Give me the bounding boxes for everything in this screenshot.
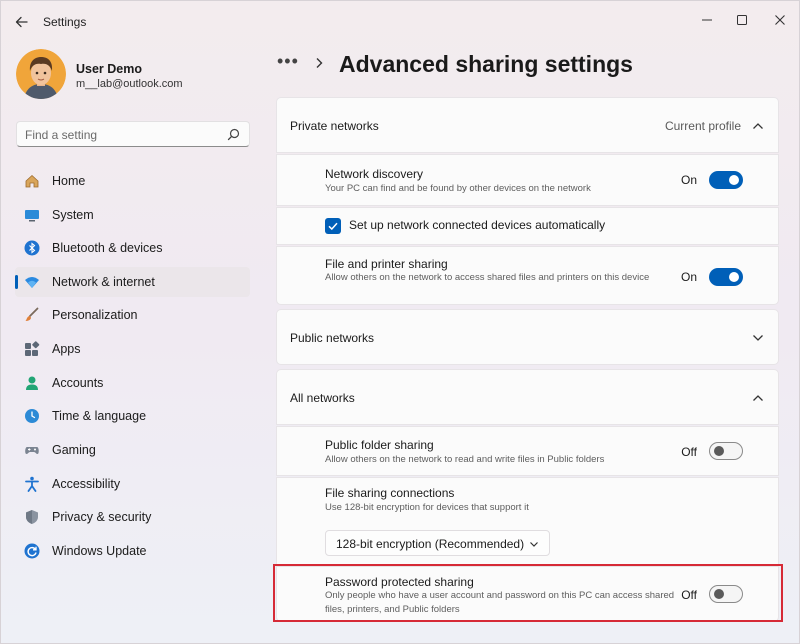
setting-description: Your PC can find and be found by other d… [325,183,591,194]
network-discovery-row: Network discovery Your PC can find and b… [276,154,779,206]
section-label: Private networks [290,119,379,133]
toggle-state-label: On [680,173,697,187]
sidebar-item-network[interactable]: Network & internet [15,267,250,297]
minimize-button[interactable] [695,9,719,31]
close-icon [775,15,785,25]
sidebar-item-label: System [52,208,94,222]
update-icon [24,543,40,559]
home-icon [25,174,39,188]
file-printer-sharing-row: File and printer sharing Allow others on… [276,246,779,305]
chevron-right-icon [316,58,323,68]
sidebar-item-label: Personalization [52,308,138,322]
setting-title: Network discovery [325,167,424,181]
app-title: Settings [43,15,87,29]
sidebar-item-windows-update[interactable]: Windows Update [15,536,250,566]
system-icon [25,210,39,222]
toggle-knob [714,446,724,456]
setting-title: File sharing connections [325,486,455,500]
search-placeholder: Find a setting [25,128,98,142]
chevron-up-icon [753,123,763,129]
user-avatar-icon [16,49,66,99]
highlight-box [273,564,783,622]
apps-icon [25,341,40,356]
close-button[interactable] [768,9,792,31]
private-networks-header[interactable]: Private networks Current profile [276,97,779,153]
gamepad-icon [25,447,39,454]
search-input[interactable]: Find a setting [16,121,250,147]
clock-globe-icon [25,409,39,423]
sidebar-item-system[interactable]: System [15,200,250,230]
sidebar-item-gaming[interactable]: Gaming [15,435,250,465]
current-profile-label: Current profile [664,119,741,133]
encryption-dropdown[interactable]: 128-bit encryption (Recommended) [325,530,550,556]
sidebar-item-home[interactable]: Home [15,166,250,196]
checkmark-icon [328,222,338,231]
user-name: User Demo [76,62,142,76]
section-label: Public networks [290,331,375,345]
sidebar-item-privacy-security[interactable]: Privacy & security [15,502,250,532]
public-folder-sharing-row: Public folder sharing Allow others on th… [276,426,779,476]
search-icon [227,128,240,141]
brush-icon [25,307,39,321]
sidebar-item-accounts[interactable]: Accounts [15,368,250,398]
breadcrumb-more-button[interactable]: ••• [277,51,299,72]
minimize-icon [702,19,712,21]
setting-description: Allow others on the network to access sh… [325,272,650,283]
sidebar-item-time-language[interactable]: Time & language [15,401,250,431]
network-discovery-toggle[interactable] [709,171,743,189]
setting-title: File and printer sharing [325,257,448,271]
settings-window: Settings User Demo m__lab@outlook.com Fi… [0,0,800,644]
toggle-state-label: Off [681,445,697,459]
maximize-icon [737,15,747,25]
sidebar-item-label: Bluetooth & devices [52,241,163,255]
avatar[interactable] [16,49,66,99]
shield-icon [26,510,38,524]
sidebar-item-label: Gaming [52,443,96,457]
sidebar-item-apps[interactable]: Apps [15,334,250,364]
dropdown-selected-value: 128-bit encryption (Recommended) [336,537,525,551]
auto-setup-checkbox[interactable] [325,218,341,234]
file-printer-sharing-toggle[interactable] [709,268,743,286]
sidebar-item-label: Network & internet [52,275,155,289]
setting-title: Public folder sharing [325,438,434,452]
sidebar-item-accessibility[interactable]: Accessibility [15,469,250,499]
all-networks-header[interactable]: All networks [276,369,779,425]
file-sharing-connections-row: File sharing connections Use 128-bit enc… [276,477,779,565]
back-arrow-icon[interactable] [13,13,31,31]
toggle-knob [729,175,739,185]
maximize-button[interactable] [730,9,754,31]
sidebar-item-label: Time & language [52,409,147,423]
chevron-up-icon [753,395,763,401]
chevron-down-icon [753,335,763,341]
sidebar-item-label: Accessibility [52,477,121,491]
public-folder-sharing-toggle[interactable] [709,442,743,460]
chevron-down-icon [530,542,538,547]
sidebar-item-label: Apps [52,342,81,356]
sidebar-item-personalization[interactable]: Personalization [15,300,250,330]
accessibility-icon [25,476,39,492]
title-bar: Settings [1,1,800,41]
sidebar-item-label: Windows Update [52,544,147,558]
auto-setup-row: Set up network connected devices automat… [276,207,779,245]
auto-setup-label: Set up network connected devices automat… [349,218,606,232]
sidebar-item-label: Accounts [52,376,104,390]
setting-description: Allow others on the network to read and … [325,454,605,465]
sidebar-item-bluetooth[interactable]: Bluetooth & devices [15,233,250,263]
setting-description: Use 128-bit encryption for devices that … [325,502,529,513]
toggle-state-label: On [680,270,697,284]
page-title: Advanced sharing settings [339,51,633,77]
user-email: m__lab@outlook.com [76,78,183,90]
accounts-icon [26,376,38,390]
public-networks-header[interactable]: Public networks [276,309,779,365]
sidebar-item-label: Home [52,174,86,188]
section-label: All networks [290,391,355,405]
toggle-knob [729,272,739,282]
bluetooth-icon [24,240,40,256]
sidebar-item-label: Privacy & security [52,510,152,524]
network-icon [25,277,39,288]
